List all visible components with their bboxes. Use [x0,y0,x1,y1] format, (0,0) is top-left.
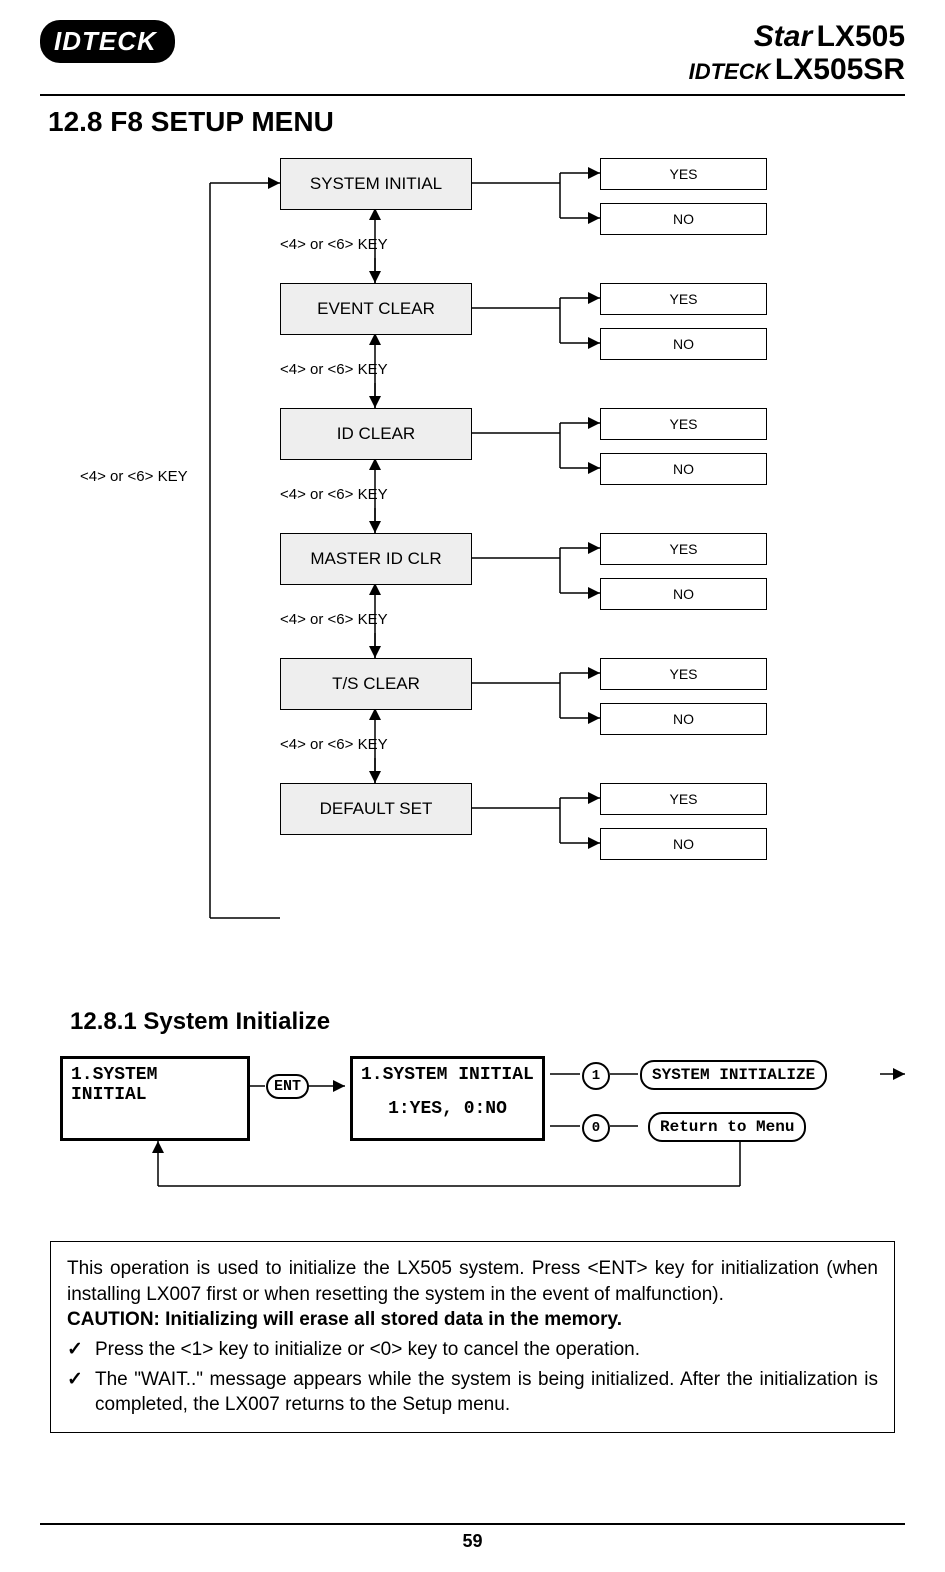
model-star: Star [754,20,812,53]
menu-master-id-clr: MASTER ID CLR [280,533,472,585]
note-bullet-2: The "WAIT.." message appears while the s… [95,1367,878,1418]
menu-id-clear: ID CLEAR [280,408,472,460]
menu-system-initial: SYSTEM INITIAL [280,158,472,210]
key-1-icon: 1 [582,1062,610,1090]
model-lx505sr: LX505SR [775,53,905,86]
lcd-screen-2-line2: 1:YES, 0:NO [361,1099,534,1119]
opt-no-1: NO [600,328,767,360]
opt-yes-3: YES [600,533,767,565]
lcd-screen-2: 1.SYSTEM INITIAL 1:YES, 0:NO [350,1056,545,1141]
opt-yes-0: YES [600,158,767,190]
page-number: 59 [462,1531,482,1551]
page-header: IDTECK Star LX505 IDTECK LX505SR [40,20,905,96]
lcd-screen-1-text: 1.SYSTEM INITIAL [71,1065,239,1105]
check-icon: ✓ [67,1337,95,1363]
menu-ts-clear: T/S CLEAR [280,658,472,710]
opt-no-0: NO [600,203,767,235]
lcd-flow-diagram: 1.SYSTEM INITIAL ENT 1.SYSTEM INITIAL 1:… [50,1056,920,1216]
setup-menu-flowchart: <4> or <6> KEY SYSTEM INITIAL YES NO <4>… [100,158,880,968]
opt-yes-5: YES [600,783,767,815]
note-paragraph-1: This operation is used to initialize the… [67,1256,878,1307]
nav-label-0: <4> or <6> KEY [280,236,388,253]
menu-event-clear: EVENT CLEAR [280,283,472,335]
opt-yes-2: YES [600,408,767,440]
opt-no-5: NO [600,828,767,860]
page-footer: 59 [40,1523,905,1552]
note-bullet-1: Press the <1> key to initialize or <0> k… [95,1337,878,1363]
opt-no-2: NO [600,453,767,485]
menu-default-set: DEFAULT SET [280,783,472,835]
model-block: Star LX505 IDTECK LX505SR [689,20,905,86]
lcd-screen-1: 1.SYSTEM INITIAL [60,1056,250,1141]
subsection-title: 12.8.1 System Initialize [70,1008,905,1036]
loop-nav-label: <4> or <6> KEY [80,468,188,485]
model-lx505: LX505 [817,20,905,53]
result-system-initialize: SYSTEM INITIALIZE [640,1060,827,1090]
section-title: 12.8 F8 SETUP MENU [48,106,905,138]
nav-label-1: <4> or <6> KEY [280,361,388,378]
opt-no-3: NO [600,578,767,610]
instruction-note: This operation is used to initialize the… [50,1241,895,1433]
nav-label-4: <4> or <6> KEY [280,736,388,753]
note-caution: CAUTION: Initializing will erase all sto… [67,1307,878,1333]
opt-yes-1: YES [600,283,767,315]
check-icon: ✓ [67,1367,95,1418]
opt-yes-4: YES [600,658,767,690]
nav-label-3: <4> or <6> KEY [280,611,388,628]
result-return-to-menu: Return to Menu [648,1112,806,1142]
lcd-screen-2-line1: 1.SYSTEM INITIAL [361,1065,534,1085]
brand-logo: IDTECK [40,20,175,63]
opt-no-4: NO [600,703,767,735]
key-0-icon: 0 [582,1114,610,1142]
ent-key-icon: ENT [266,1074,309,1099]
model-idteck: IDTECK [689,59,771,84]
nav-label-2: <4> or <6> KEY [280,486,388,503]
